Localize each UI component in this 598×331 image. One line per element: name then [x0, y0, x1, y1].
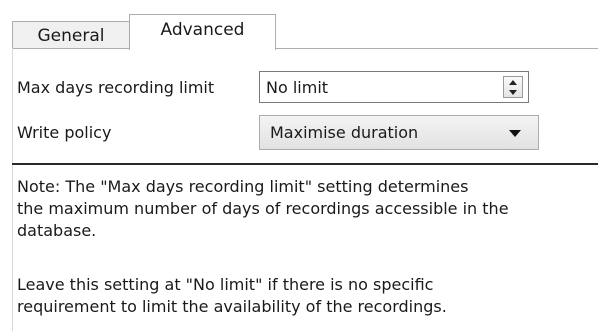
dropdown-arrow-icon: [509, 130, 521, 137]
tab-general-label: General: [37, 25, 105, 46]
note-line-3: database.: [17, 221, 97, 240]
tab-divider: [12, 48, 598, 49]
note-line-1: Note: The "Max days recording limit" set…: [17, 177, 469, 196]
spin-up-button[interactable]: [504, 77, 522, 87]
write-policy-value: Maximise duration: [270, 123, 419, 142]
max-days-value[interactable]: No limit: [266, 78, 328, 98]
note-line-5: requirement to limit the availability of…: [17, 297, 447, 316]
triangle-up-icon: [509, 79, 517, 85]
tab-advanced[interactable]: Advanced: [129, 14, 276, 50]
triangle-down-icon: [509, 89, 517, 95]
tab-advanced-label: Advanced: [160, 19, 245, 40]
tab-strip: General Advanced: [0, 0, 598, 50]
panel-border: [12, 48, 13, 331]
spin-buttons: [503, 76, 523, 98]
write-policy-dropdown[interactable]: Maximise duration: [259, 115, 539, 150]
note-line-4: Leave this setting at "No limit" if ther…: [17, 275, 434, 294]
note-line-2: the maximum number of days of recordings…: [17, 199, 509, 218]
tab-general[interactable]: General: [12, 21, 130, 49]
spin-down-button[interactable]: [504, 87, 522, 97]
settings-dialog: General Advanced Max days recording limi…: [0, 0, 598, 331]
separator: [12, 163, 598, 165]
write-policy-label: Write policy: [17, 123, 112, 142]
max-days-spinbox[interactable]: No limit: [259, 71, 529, 103]
max-days-label: Max days recording limit: [17, 78, 215, 97]
